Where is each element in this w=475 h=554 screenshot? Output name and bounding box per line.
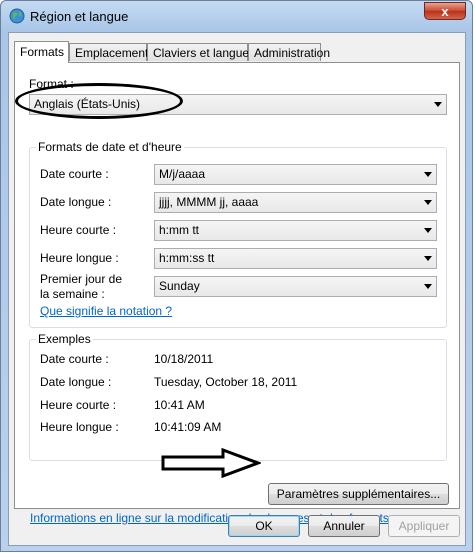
example-short-date-label: Date courte : <box>40 352 109 366</box>
chevron-down-icon <box>424 200 432 205</box>
short-date-label: Date courte : <box>40 167 109 181</box>
example-long-time-label: Heure longue : <box>40 420 119 434</box>
format-value: Anglais (États-Unis) <box>34 97 141 111</box>
ok-button[interactable]: OK <box>228 515 300 537</box>
example-long-date-label: Date longue : <box>40 375 112 389</box>
arrow-right-icon <box>161 448 261 478</box>
tab-administration[interactable]: Administration <box>248 43 330 61</box>
short-time-value: h:mm tt <box>159 223 200 237</box>
formats-panel: Format : Anglais (États-Unis) Formats de… <box>14 62 460 525</box>
first-day-label-line2: la semaine : <box>40 287 105 301</box>
example-short-time-label: Heure courte : <box>40 398 117 412</box>
long-date-label: Date longue : <box>40 195 112 209</box>
short-time-dropdown[interactable]: h:mm tt <box>154 220 437 241</box>
notation-link[interactable]: Que signifie la notation ? <box>40 304 172 318</box>
first-day-value: Sunday <box>159 279 200 293</box>
tab-claviers-et-langues[interactable]: Claviers et langues <box>147 43 255 61</box>
additional-settings-button[interactable]: Paramètres supplémentaires... <box>268 483 449 505</box>
apply-button[interactable]: Appliquer <box>388 515 460 537</box>
example-short-date-value: 10/18/2011 <box>154 352 214 366</box>
chevron-down-icon <box>424 172 432 177</box>
globe-icon <box>9 8 25 24</box>
long-date-dropdown[interactable]: jjjj, MMMM jj, aaaa <box>154 192 437 213</box>
example-long-time-value: 10:41:09 AM <box>154 420 222 434</box>
title-bar[interactable]: Région et langue x <box>1 1 472 31</box>
window-title: Région et langue <box>30 9 129 24</box>
tab-emplacement[interactable]: Emplacement <box>69 43 148 61</box>
format-label: Format : <box>29 77 74 91</box>
short-date-value: M/j/aaaa <box>159 167 206 181</box>
chevron-down-icon <box>434 102 442 107</box>
example-long-date-value: Tuesday, October 18, 2011 <box>154 375 298 389</box>
format-dropdown[interactable]: Anglais (États-Unis) <box>29 94 447 115</box>
group-title: Formats de date et d'heure <box>36 140 184 154</box>
first-day-label-line1: Premier jour de <box>40 272 123 286</box>
long-time-dropdown[interactable]: h:mm:ss tt <box>154 248 437 269</box>
first-day-dropdown[interactable]: Sunday <box>154 276 437 297</box>
tab-formats[interactable]: Formats <box>14 41 69 63</box>
short-date-dropdown[interactable]: M/j/aaaa <box>154 164 437 185</box>
chevron-down-icon <box>424 228 432 233</box>
examples-group: Exemples Date courte : 10/18/2011 Date l… <box>29 332 447 461</box>
long-time-value: h:mm:ss tt <box>159 251 215 265</box>
short-time-label: Heure courte : <box>40 223 117 237</box>
group-title: Exemples <box>36 332 93 346</box>
date-time-formats-group: Formats de date et d'heure Date courte :… <box>29 140 447 328</box>
long-date-value: jjjj, MMMM jj, aaaa <box>159 195 259 209</box>
close-button[interactable]: x <box>424 2 466 20</box>
chevron-down-icon <box>424 284 432 289</box>
long-time-label: Heure longue : <box>40 251 119 265</box>
cancel-button[interactable]: Annuler <box>308 515 380 537</box>
chevron-down-icon <box>424 256 432 261</box>
example-short-time-value: 10:41 AM <box>154 398 205 412</box>
dialog-window: Région et langue x Formats Emplacement C… <box>0 0 473 552</box>
